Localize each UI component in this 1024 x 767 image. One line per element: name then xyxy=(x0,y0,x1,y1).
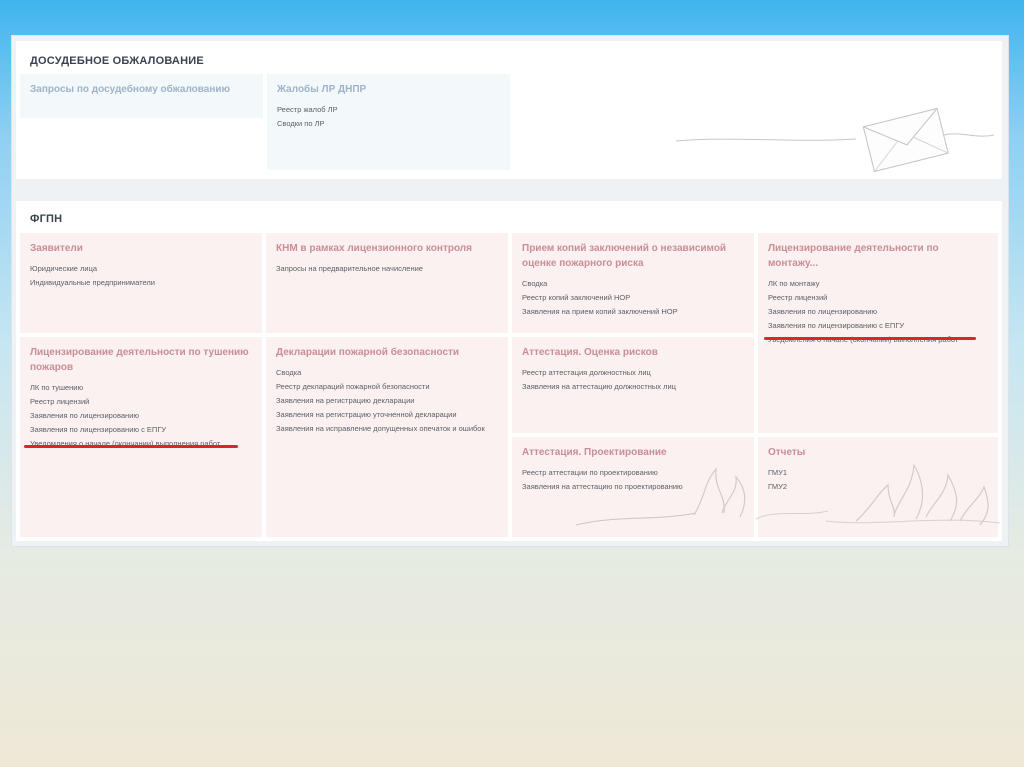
card-independent-risk-assessment[interactable]: Прием копий заключений о независимой оце… xyxy=(512,233,754,333)
link-license-registry[interactable]: Реестр лицензий xyxy=(30,395,252,409)
link-officials-attestation-registry[interactable]: Реестр аттестация должностных лиц xyxy=(522,366,744,380)
card-title[interactable]: Декларации пожарной безопасности xyxy=(276,345,498,360)
highlight-underline-firefighting xyxy=(24,445,238,448)
card-title[interactable]: Лицензирование деятельности по тушению п… xyxy=(30,345,252,375)
link-declarations-registry[interactable]: Реестр деклараций пожарной безопасности xyxy=(276,380,498,394)
link-reports-lr[interactable]: Сводки по ЛР xyxy=(277,117,500,131)
link-license-applications-epgu[interactable]: Заявления по лицензированию с ЕПГУ xyxy=(30,423,252,437)
link-entrepreneurs[interactable]: Индивидуальные предприниматели xyxy=(30,276,252,290)
link-license-registry[interactable]: Реестр лицензий xyxy=(768,291,988,305)
card-title[interactable]: КНМ в рамках лицензионного контроля xyxy=(276,241,498,256)
link-preliminary-charge-requests[interactable]: Запросы на предварительное начисление xyxy=(276,262,498,276)
link-legal-entities[interactable]: Юридические лица xyxy=(30,262,252,276)
card-title[interactable]: Жалобы ЛР ДНПР xyxy=(277,82,500,97)
highlight-underline-installation xyxy=(764,337,976,340)
link-work-notifications[interactable]: Уведомления о начале (окончании) выполне… xyxy=(30,437,252,451)
link-nor-registry[interactable]: Реестр копий заключений НОР xyxy=(522,291,744,305)
card-applicants[interactable]: Заявители Юридические лица Индивидуальны… xyxy=(20,233,262,333)
link-license-applications-epgu[interactable]: Заявления по лицензированию с ЕПГУ xyxy=(768,319,988,333)
envelope-icon xyxy=(676,107,995,173)
link-license-applications[interactable]: Заявления по лицензированию xyxy=(768,305,988,319)
card-title[interactable]: Запросы по досудебному обжалованию xyxy=(30,82,253,97)
link-officials-attestation-applications[interactable]: Заявления на аттестацию должностных лиц xyxy=(522,380,744,394)
link-license-applications[interactable]: Заявления по лицензированию xyxy=(30,409,252,423)
link-typo-corrections[interactable]: Заявления на исправление допущенных опеч… xyxy=(276,422,498,436)
card-title[interactable]: Заявители xyxy=(30,241,252,256)
flame-decoration xyxy=(576,462,1000,526)
link-firefighting-account[interactable]: ЛК по тушению xyxy=(30,381,252,395)
card-title[interactable]: Аттестация. Оценка рисков xyxy=(522,345,744,360)
app-frame: ДОСУДЕБНОЕ ОБЖАЛОВАНИЕ Запросы по досуде… xyxy=(11,35,1009,547)
card-complaints[interactable]: Жалобы ЛР ДНПР Реестр жалоб ЛР Сводки по… xyxy=(267,74,510,170)
link-nor-applications[interactable]: Заявления на прием копий заключений НОР xyxy=(522,305,744,319)
card-title[interactable]: Прием копий заключений о независимой оце… xyxy=(522,241,744,271)
section-title-fgpn: ФГПН xyxy=(30,213,63,225)
link-updated-declaration-registration[interactable]: Заявления на регистрацию уточненной декл… xyxy=(276,408,498,422)
card-license-installation[interactable]: Лицензирование деятельности по монтажу..… xyxy=(758,233,998,433)
pre-trial-section: ДОСУДЕБНОЕ ОБЖАЛОВАНИЕ Запросы по досуде… xyxy=(16,41,1002,179)
link-complaints-registry[interactable]: Реестр жалоб ЛР xyxy=(277,103,500,117)
card-fire-safety-declarations[interactable]: Декларации пожарной безопасности Сводка … xyxy=(266,337,508,537)
link-declaration-registration[interactable]: Заявления на регистрацию декларации xyxy=(276,394,498,408)
link-work-notifications[interactable]: Уведомления о начале (окончании) выполне… xyxy=(768,333,988,347)
section-title-pre-trial: ДОСУДЕБНОЕ ОБЖАЛОВАНИЕ xyxy=(30,55,204,67)
card-knm-license-control[interactable]: КНМ в рамках лицензионного контроля Запр… xyxy=(266,233,508,333)
fgpn-section: ФГПН Заявители Юридические лица Индивиду… xyxy=(16,201,1002,541)
link-summary[interactable]: Сводка xyxy=(276,366,498,380)
card-license-firefighting[interactable]: Лицензирование деятельности по тушению п… xyxy=(20,337,262,537)
link-summary[interactable]: Сводка xyxy=(522,277,744,291)
link-installation-account[interactable]: ЛК по монтажу xyxy=(768,277,988,291)
card-attestation-risk[interactable]: Аттестация. Оценка рисков Реестр аттеста… xyxy=(512,337,754,433)
card-pre-trial-requests[interactable]: Запросы по досудебному обжалованию xyxy=(20,74,263,118)
card-title[interactable]: Лицензирование деятельности по монтажу..… xyxy=(768,241,988,271)
